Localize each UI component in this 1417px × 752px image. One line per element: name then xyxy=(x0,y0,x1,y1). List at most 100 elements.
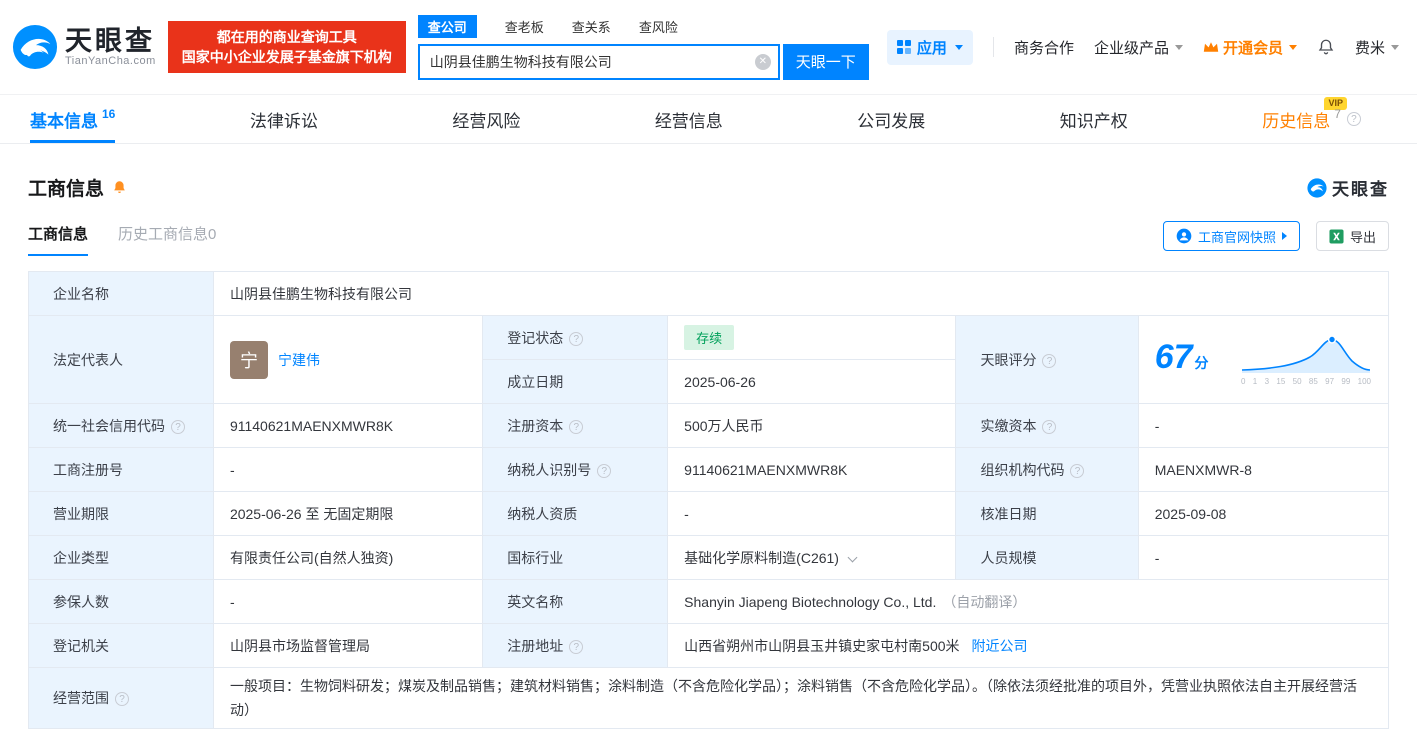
clear-search-icon[interactable] xyxy=(754,53,771,70)
chevron-down-icon xyxy=(1288,44,1297,50)
help-icon[interactable] xyxy=(597,463,612,478)
brand-slogan: 都在用的商业查询工具 国家中小企业发展子基金旗下机构 xyxy=(167,21,406,73)
field-label-industry: 国标行业 xyxy=(482,535,669,580)
notifications-bell-icon[interactable] xyxy=(1317,38,1335,56)
export-button[interactable]: 导出 xyxy=(1315,221,1389,251)
arrow-right-icon xyxy=(1281,232,1287,240)
search-area: 查公司 查老板 查关系 查风险 天眼一下 xyxy=(417,14,869,80)
staff-size-value: - xyxy=(1137,535,1390,580)
subtab-business-info[interactable]: 工商信息 xyxy=(28,223,89,256)
nav-enterprise-products[interactable]: 企业级产品 xyxy=(1094,37,1183,58)
help-icon[interactable] xyxy=(1346,112,1361,126)
search-tab-boss[interactable]: 查老板 xyxy=(505,17,544,36)
field-label-paid-capital: 实缴资本 xyxy=(955,403,1139,448)
table-row: 参保人数 - 英文名称 Shanyin Jiapeng Biotechnolog… xyxy=(28,579,1389,624)
tianyancha-logo-icon xyxy=(1307,177,1327,198)
reg-capital-value: 500万人民币 xyxy=(667,403,957,448)
field-label-org-code: 组织机构代码 xyxy=(955,447,1139,492)
legal-rep-avatar[interactable]: 宁 xyxy=(229,340,268,379)
legal-rep-value: 宁 宁建伟 xyxy=(212,315,484,404)
insured-count-value: - xyxy=(212,579,484,624)
tianyancha-logo[interactable]: 天眼查 TianYanCha.com xyxy=(12,24,156,70)
field-label-reg-authority: 登记机关 xyxy=(28,623,214,668)
search-input[interactable] xyxy=(417,43,780,80)
field-label-company-name: 企业名称 xyxy=(28,271,214,316)
brand-name: 天眼查 xyxy=(65,26,155,56)
subtab-history-business-info[interactable]: 历史工商信息0 xyxy=(118,223,216,256)
company-section-tabs: 基本信息 16 法律诉讼 经营风险 经营信息 公司发展 知识产权 VIP 历史信… xyxy=(0,94,1417,144)
reg-authority-value: 山阴县市场监督管理局 xyxy=(212,623,484,668)
status-badge: 存续 xyxy=(684,325,735,350)
help-icon[interactable] xyxy=(1042,419,1057,434)
taxpayer-quality-value: - xyxy=(667,491,957,536)
nav-business-coop[interactable]: 商务合作 xyxy=(1014,37,1074,58)
tab-legal-litigation[interactable]: 法律诉讼 xyxy=(250,95,318,143)
auto-translate-note: （自动翻译） xyxy=(942,593,1027,610)
reg-number-value: - xyxy=(212,447,484,492)
tab-basic-info[interactable]: 基本信息 16 xyxy=(30,95,116,143)
business-scope-value: 一般项目：生物饲料研发；煤炭及制品销售；建筑材料销售；涂料制造（不含危险化学品）… xyxy=(212,667,1390,729)
search-tab-company[interactable]: 查公司 xyxy=(417,14,477,38)
official-snapshot-button[interactable]: 工商官网快照 xyxy=(1162,221,1300,251)
search-tab-relation[interactable]: 查关系 xyxy=(572,17,611,36)
tab-count: 16 xyxy=(102,107,116,121)
field-label-company-type: 企业类型 xyxy=(28,535,214,580)
divider xyxy=(992,37,994,57)
field-label-reg-capital: 注册资本 xyxy=(482,403,669,448)
subtab-row: 工商信息 历史工商信息0 工商官网快照 导出 xyxy=(28,221,1389,257)
field-label-taxpayer-id: 纳税人识别号 xyxy=(482,447,669,492)
tab-history-info[interactable]: VIP 历史信息 7 xyxy=(1262,95,1361,143)
user-menu[interactable]: 费米 xyxy=(1355,37,1399,58)
table-row: 法定代表人 宁 宁建伟 登记状态 存续 天眼评分 67分 xyxy=(28,315,1390,404)
company-name-value: 山阴县佳鹏生物科技有限公司 xyxy=(212,271,1390,316)
legal-rep-link[interactable]: 宁建伟 xyxy=(278,350,320,370)
search-tabs: 查公司 查老板 查关系 查风险 xyxy=(417,14,869,38)
help-icon[interactable] xyxy=(569,639,584,654)
apps-menu-button[interactable]: 应用 xyxy=(886,29,973,65)
chevron-down-icon[interactable] xyxy=(847,552,858,562)
help-icon[interactable] xyxy=(171,419,185,434)
tab-operation-risk[interactable]: 经营风险 xyxy=(452,95,520,143)
field-label-score: 天眼评分 xyxy=(955,315,1139,404)
nav-open-vip[interactable]: 开通会员 xyxy=(1203,37,1297,58)
score-chart-ticks: 0 1 3 15 50 85 97 99 100 xyxy=(1241,376,1371,386)
business-info-table: 企业名称 山阴县佳鹏生物科技有限公司 法定代表人 宁 宁建伟 登记状态 存续 天… xyxy=(28,271,1390,729)
approval-date-value: 2025-09-08 xyxy=(1137,491,1390,536)
field-label-insured-count: 参保人数 xyxy=(28,579,214,624)
tab-intellectual-property[interactable]: 知识产权 xyxy=(1060,95,1128,143)
field-label-reg-number: 工商注册号 xyxy=(28,447,214,492)
username: 费米 xyxy=(1354,39,1385,57)
chevron-down-icon xyxy=(1391,44,1399,50)
taxpayer-id-value: 91140621MAENXMWR8K xyxy=(667,447,957,492)
brand-domain: TianYanCha.com xyxy=(65,55,156,67)
help-icon[interactable] xyxy=(569,419,584,434)
chevron-down-icon xyxy=(954,44,963,50)
field-label-english-name: 英文名称 xyxy=(482,579,669,624)
table-row: 营业期限 2025-06-26 至 无固定期限 纳税人资质 - 核准日期 202… xyxy=(28,491,1390,536)
english-name-value: Shanyin Jiapeng Biotechnology Co., Ltd. （… xyxy=(667,579,1389,624)
help-icon[interactable] xyxy=(1070,463,1085,478)
table-row: 工商注册号 - 纳税人识别号 91140621MAENXMWR8K 组织机构代码… xyxy=(28,447,1390,492)
help-icon[interactable] xyxy=(1042,353,1057,368)
search-button[interactable]: 天眼一下 xyxy=(782,43,869,80)
excel-icon xyxy=(1329,228,1344,244)
reg-status-value: 存续 xyxy=(667,315,957,360)
score-value: 67 分 0 1 3 15 50 85 97 99 100 xyxy=(1137,315,1390,404)
corner-brand-logo: 天眼查 xyxy=(1307,175,1389,200)
tab-company-development[interactable]: 公司发展 xyxy=(857,95,925,143)
section-title: 工商信息 xyxy=(28,179,105,200)
tab-operation-info[interactable]: 经营信息 xyxy=(655,95,723,143)
business-term-value: 2025-06-26 至 无固定期限 xyxy=(212,491,484,536)
nearby-companies-link[interactable]: 附近公司 xyxy=(972,638,1028,654)
monitor-bell-icon[interactable] xyxy=(112,180,127,195)
help-icon[interactable] xyxy=(569,331,584,346)
search-tab-risk[interactable]: 查风险 xyxy=(639,17,678,36)
help-icon[interactable] xyxy=(115,692,129,706)
field-label-credit-code: 统一社会信用代码 xyxy=(28,403,214,448)
table-row: 经营范围 一般项目：生物饲料研发；煤炭及制品销售；建筑材料销售；涂料制造（不含危… xyxy=(28,667,1390,729)
crown-icon xyxy=(1203,42,1219,52)
field-label-reg-address: 注册地址 xyxy=(482,623,669,668)
tianyancha-company-page: 天眼查 TianYanCha.com 都在用的商业查询工具 国家中小企业发展子基… xyxy=(0,0,1417,752)
apps-grid-icon xyxy=(896,40,911,54)
field-label-reg-status: 登记状态 xyxy=(482,315,669,360)
